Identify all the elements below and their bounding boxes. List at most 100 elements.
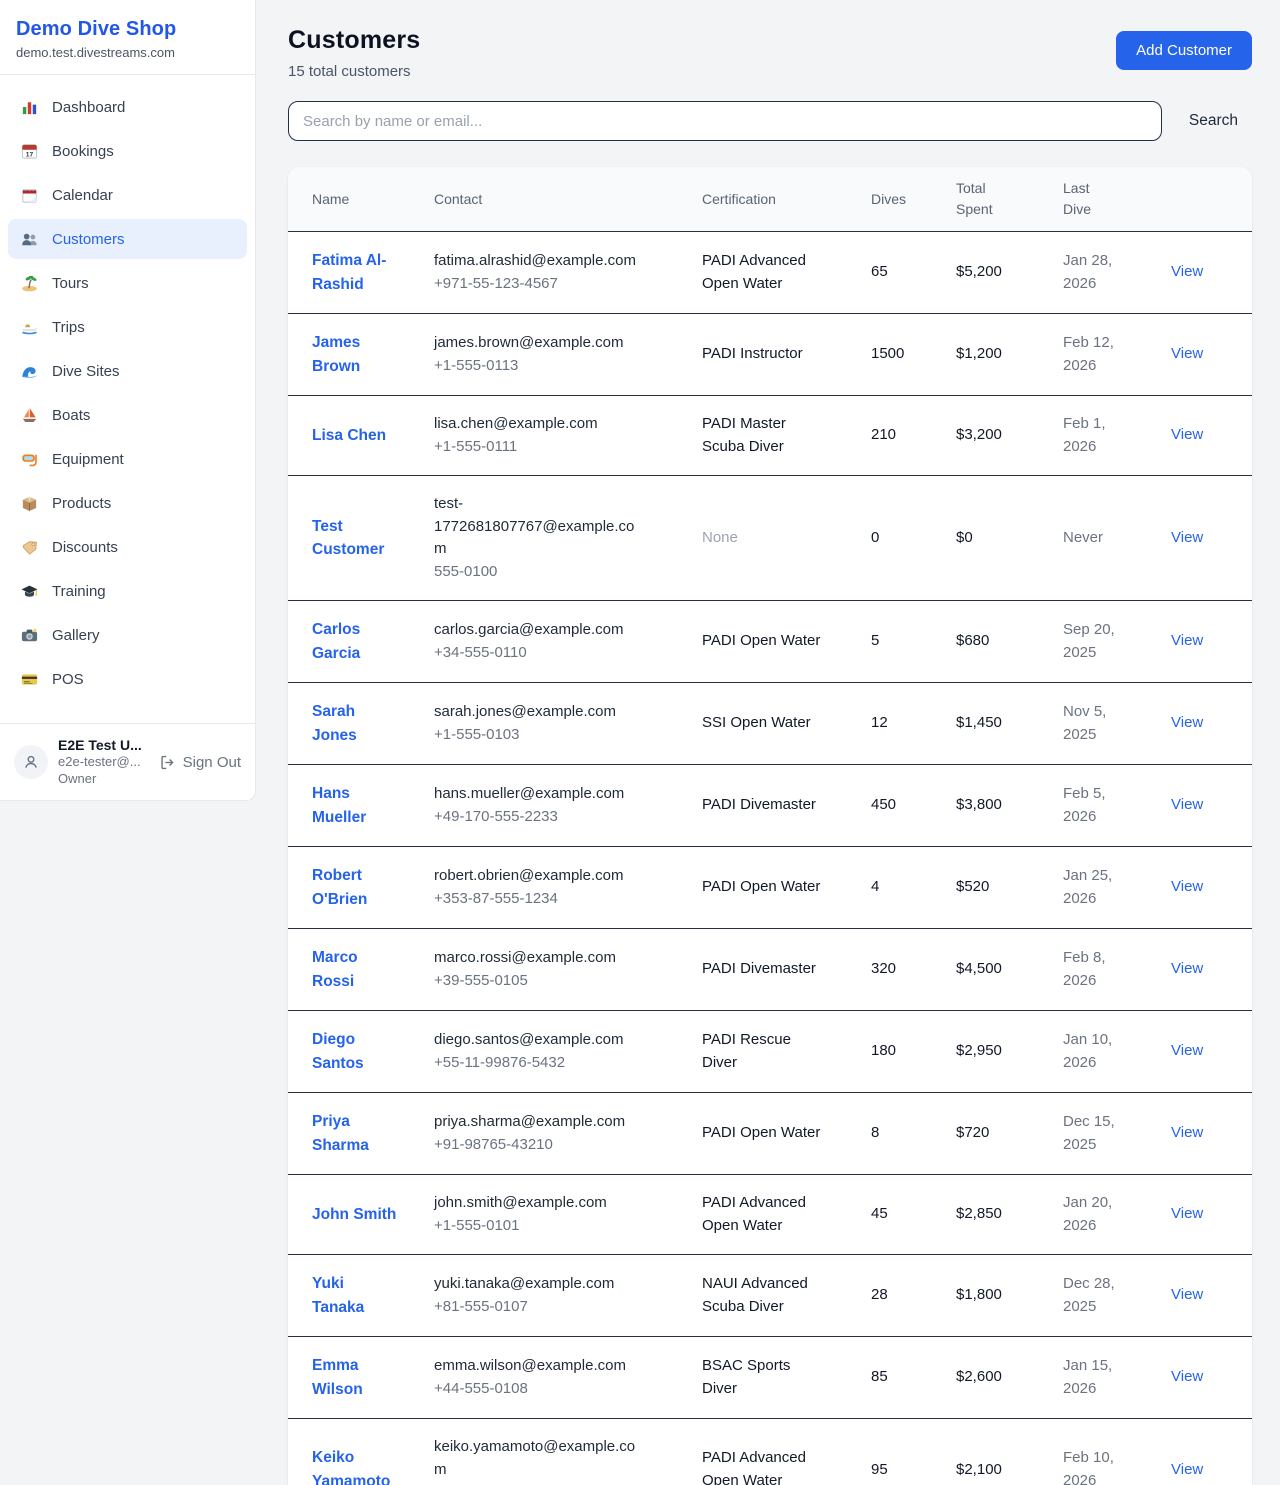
customer-dives: 5 xyxy=(871,601,956,683)
user-meta: E2E Test U... e2e-tester@... Owner xyxy=(58,736,142,788)
view-link[interactable]: View xyxy=(1171,263,1203,280)
customer-contact-cell: diego.santos@example.com+55-11-99876-543… xyxy=(434,1011,702,1093)
sailboat-icon xyxy=(20,406,39,425)
customer-contact-cell: priya.sharma@example.com+91-98765-43210 xyxy=(434,1093,702,1175)
sidebar-item-label: POS xyxy=(52,671,84,688)
spiral-calendar-icon xyxy=(20,186,39,205)
sidebar-item-equipment[interactable]: Equipment xyxy=(8,439,247,479)
table-header-row: NameContactCertificationDivesTotal Spent… xyxy=(288,167,1252,232)
customer-certification: NAUI Advanced Scuba Diver xyxy=(702,1255,871,1337)
view-link[interactable]: View xyxy=(1171,345,1203,362)
view-link[interactable]: View xyxy=(1171,426,1203,443)
customer-dives: 95 xyxy=(871,1419,956,1485)
add-customer-button[interactable]: Add Customer xyxy=(1116,31,1252,70)
sidebar-item-dashboard[interactable]: Dashboard xyxy=(8,87,247,127)
search-button[interactable]: Search xyxy=(1189,112,1252,130)
view-link[interactable]: View xyxy=(1171,960,1203,977)
customer-name-link[interactable]: Yuki Tanaka xyxy=(312,1275,364,1316)
table-row: Lisa Chenlisa.chen@example.com+1-555-011… xyxy=(288,396,1252,476)
table-row: Test Customer test-1772681807767@example.… xyxy=(288,476,1252,601)
view-link[interactable]: View xyxy=(1171,632,1203,649)
customer-last-dive: Jan 25, 2026 xyxy=(1063,847,1171,929)
customer-name-cell: Hans Mueller xyxy=(288,765,434,847)
customer-last-dive: Sep 20, 2025 xyxy=(1063,601,1171,683)
sidebar-item-tours[interactable]: Tours xyxy=(8,263,247,303)
sidebar-item-label: Customers xyxy=(52,231,125,248)
user-box: E2E Test U... e2e-tester@... Owner Sign … xyxy=(0,723,255,800)
customer-email: marco.rossi@example.com xyxy=(434,947,642,970)
sidebar-item-pos[interactable]: POS xyxy=(8,659,247,699)
sidebar-item-trips[interactable]: Trips xyxy=(8,307,247,347)
customer-name-link[interactable]: John Smith xyxy=(312,1206,396,1223)
customer-count: 15 total customers xyxy=(288,63,420,80)
sidebar-item-gallery[interactable]: Gallery xyxy=(8,615,247,655)
view-link[interactable]: View xyxy=(1171,714,1203,731)
customer-name-link[interactable]: Marco Rossi xyxy=(312,949,358,990)
customer-total-spent: $2,950 xyxy=(956,1011,1063,1093)
sidebar-item-discounts[interactable]: Discounts xyxy=(8,527,247,567)
customer-certification: PADI Advanced Open Water xyxy=(702,1175,871,1255)
customer-name-link[interactable]: Robert O'Brien xyxy=(312,867,367,908)
customer-email: yuki.tanaka@example.com xyxy=(434,1273,642,1296)
customer-name-cell: Robert O'Brien xyxy=(288,847,434,929)
user-name: E2E Test U... xyxy=(58,736,142,754)
table-row: Diego Santos diego.santos@example.com+55-… xyxy=(288,1011,1252,1093)
customer-email: james.brown@example.com xyxy=(434,332,642,355)
view-link[interactable]: View xyxy=(1171,1461,1203,1478)
sidebar-item-label: Dashboard xyxy=(52,99,125,116)
customer-view-cell: View xyxy=(1171,847,1252,929)
sidebar-item-dive-sites[interactable]: Dive Sites xyxy=(8,351,247,391)
view-link[interactable]: View xyxy=(1171,1286,1203,1303)
sidebar-item-customers[interactable]: Customers xyxy=(8,219,247,259)
view-link[interactable]: View xyxy=(1171,529,1203,546)
customer-dives: 210 xyxy=(871,396,956,476)
customer-last-dive: Jan 20, 2026 xyxy=(1063,1175,1171,1255)
customer-name-link[interactable]: Carlos Garcia xyxy=(312,621,360,662)
customer-view-cell: View xyxy=(1171,314,1252,396)
customer-certification: PADI Instructor xyxy=(702,314,871,396)
speedboat-icon xyxy=(20,318,39,337)
customer-name-link[interactable]: Test Customer xyxy=(312,518,384,559)
customer-name-link[interactable]: Lisa Chen xyxy=(312,427,386,444)
island-icon xyxy=(20,274,39,293)
sidebar-item-bookings[interactable]: 17Bookings xyxy=(8,131,247,171)
customer-view-cell: View xyxy=(1171,929,1252,1011)
table-row: James Brown james.brown@example.com+1-555… xyxy=(288,314,1252,396)
page-header-text: Customers 15 total customers xyxy=(288,26,420,80)
sidebar-item-calendar[interactable]: Calendar xyxy=(8,175,247,215)
customer-name-link[interactable]: Priya Sharma xyxy=(312,1113,369,1154)
customer-last-dive: Feb 12, 2026 xyxy=(1063,314,1171,396)
customer-dives: 45 xyxy=(871,1175,956,1255)
view-link[interactable]: View xyxy=(1171,1124,1203,1141)
customer-phone: +44-555-0108 xyxy=(434,1378,642,1401)
sidebar-item-boats[interactable]: Boats xyxy=(8,395,247,435)
customer-name-link[interactable]: James Brown xyxy=(312,334,360,375)
brand-name[interactable]: Demo Dive Shop xyxy=(16,18,239,41)
search-input[interactable] xyxy=(288,101,1162,141)
customer-name-link[interactable]: Keiko Yamamoto xyxy=(312,1449,390,1485)
view-link[interactable]: View xyxy=(1171,1368,1203,1385)
view-link[interactable]: View xyxy=(1171,1042,1203,1059)
customer-name-link[interactable]: Sarah Jones xyxy=(312,703,357,744)
customer-email: robert.obrien@example.com xyxy=(434,865,642,888)
svg-text:17: 17 xyxy=(26,151,34,158)
customer-contact-cell: test-1772681807767@example.com555-0100 xyxy=(434,476,702,601)
sidebar-item-label: Equipment xyxy=(52,451,124,468)
customer-name-cell: Carlos Garcia xyxy=(288,601,434,683)
customer-dives: 1500 xyxy=(871,314,956,396)
view-link[interactable]: View xyxy=(1171,796,1203,813)
customer-contact-cell: john.smith@example.com+1-555-0101 xyxy=(434,1175,702,1255)
customer-phone: +1-555-0113 xyxy=(434,355,642,378)
customers-table: NameContactCertificationDivesTotal Spent… xyxy=(288,167,1252,1485)
customer-name-link[interactable]: Emma Wilson xyxy=(312,1357,363,1398)
sidebar-item-training[interactable]: Training xyxy=(8,571,247,611)
sign-out-button[interactable]: Sign Out xyxy=(159,754,241,771)
customer-name-link[interactable]: Fatima Al-Rashid xyxy=(312,252,386,293)
sidebar-item-products[interactable]: Products xyxy=(8,483,247,523)
customer-total-spent: $680 xyxy=(956,601,1063,683)
view-link[interactable]: View xyxy=(1171,1205,1203,1222)
view-link[interactable]: View xyxy=(1171,878,1203,895)
customer-total-spent: $3,800 xyxy=(956,765,1063,847)
customer-name-link[interactable]: Hans Mueller xyxy=(312,785,366,826)
customer-name-link[interactable]: Diego Santos xyxy=(312,1031,364,1072)
